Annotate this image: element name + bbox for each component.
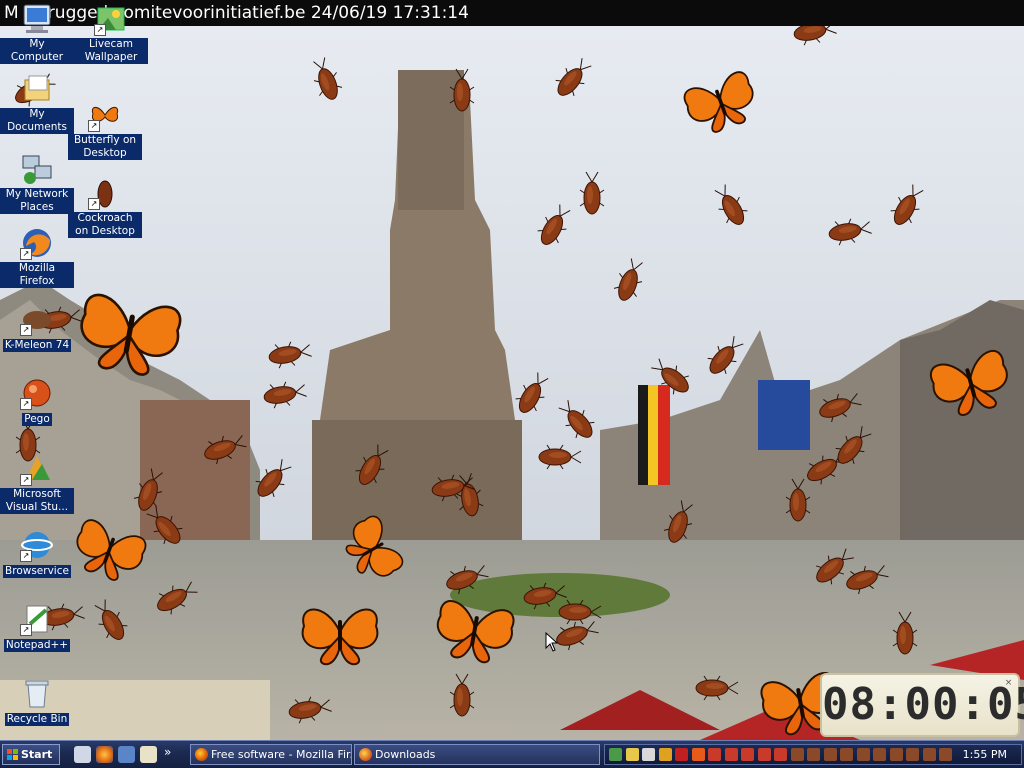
shortcut-arrow-icon: ↗ [20,474,32,486]
desktop-icon-my-documents[interactable]: My Documents [0,72,74,134]
tray-app-icon[interactable] [708,748,721,761]
computer-icon [20,2,54,36]
taskbar-button-downloads[interactable]: Downloads [354,744,600,765]
kmeleon-icon: ↗ [20,302,54,336]
cockroach-icon: ↗ [88,176,122,210]
desktop-icon-my-network-places[interactable]: My Network Places [0,152,74,214]
tray-app-icon[interactable] [675,748,688,761]
desktop-icon-mozilla-firefox[interactable]: ↗ Mozilla Firefox [0,226,74,288]
bruges-webcam-scene [0,0,1024,740]
network-icon [20,152,54,186]
quicklaunch-folder-icon[interactable] [140,746,157,763]
desktop-icon-k-meleon[interactable]: ↗ K-Meleon 74 [0,302,74,352]
clock-close-button[interactable]: × [1004,678,1014,688]
task-label: Free software - Mozilla Fir... [211,748,352,761]
start-label: Start [21,748,53,761]
shortcut-arrow-icon: ↗ [88,120,100,132]
desktop-icon-cockroach-on-desktop[interactable]: ↗ Cockroach on Desktop [68,176,142,238]
tray-app-icon[interactable] [741,748,754,761]
quicklaunch-explorer-icon[interactable] [118,746,135,763]
recycle-bin-icon [20,676,54,710]
tray-app-icon[interactable] [724,748,738,761]
tray-app-icon[interactable] [774,748,787,761]
tray-app-icon[interactable] [939,748,952,761]
shortcut-arrow-icon: ↗ [20,248,32,260]
clock-time: 08:00:05 [822,679,1024,730]
desktop-icon-pego[interactable]: ↗ Pego [0,376,74,426]
windows-logo-icon [7,749,18,760]
start-button[interactable]: Start [2,744,60,765]
folder-icon [359,748,372,761]
desktop-icon-browservice[interactable]: ↗ Browservice [0,528,74,578]
tray-app-icon[interactable] [840,748,853,761]
shortcut-arrow-icon: ↗ [94,24,106,36]
tray-app-icon[interactable] [906,748,919,761]
shortcut-arrow-icon: ↗ [20,324,32,336]
shortcut-arrow-icon: ↗ [20,624,32,636]
pego-icon: ↗ [20,376,54,410]
tray-app-icon[interactable] [691,748,705,761]
documents-icon [20,72,54,106]
tray-app-icon[interactable] [873,748,886,761]
desktop-clock-widget[interactable]: 08:00:05 × [820,673,1024,737]
tray-app-icon[interactable] [856,748,870,761]
desktop-icon-livecam-wallpaper[interactable]: ↗ Livecam Wallpaper [74,2,148,64]
desktop-icon-butterfly-on-desktop[interactable]: ↗ Butterfly on Desktop [68,98,142,160]
webcam-caption: M t Brugge | comitevoorinitiatief.be 24/… [0,0,1024,26]
tray-app-icon[interactable] [807,748,820,761]
shortcut-arrow-icon: ↗ [20,398,32,410]
taskbar: Start » Free software - Mozilla Fir... D… [0,740,1024,768]
tray-clock[interactable]: 1:55 PM [963,745,1007,764]
show-desktop-icon[interactable] [74,746,91,763]
tray-app-icon[interactable] [658,748,672,761]
tray-app-icon[interactable] [922,748,936,761]
tray-app-icon[interactable] [609,748,622,761]
task-label: Downloads [375,748,436,761]
quicklaunch-firefox-icon[interactable] [96,746,113,763]
tray-app-icon[interactable] [625,748,639,761]
livecam-icon: ↗ [94,2,128,36]
desktop-icon-visual-studio[interactable]: ↗ Microsoft Visual Stu... [0,452,74,514]
firefox-icon [195,748,208,761]
tray-app-icon[interactable] [757,748,771,761]
desktop-icon-recycle-bin[interactable]: Recycle Bin [0,676,74,726]
tray-app-icon[interactable] [823,748,837,761]
system-tray: 1:55 PM [604,744,1022,765]
shortcut-arrow-icon: ↗ [88,198,100,210]
visual-studio-icon: ↗ [20,452,54,486]
desktop-icon-notepad-plus-plus[interactable]: ↗ Notepad++ [0,602,74,652]
desktop-wallpaper [0,0,1024,740]
tray-app-icon[interactable] [642,748,655,761]
firefox-icon: ↗ [20,226,54,260]
quicklaunch-overflow-button[interactable]: » [164,745,171,759]
mouse-cursor-icon [545,632,559,652]
butterfly-icon: ↗ [88,98,122,132]
taskbar-button-firefox[interactable]: Free software - Mozilla Fir... [190,744,352,765]
notepad-icon: ↗ [20,602,54,636]
desktop-icon-my-computer[interactable]: My Computer [0,2,74,64]
shortcut-arrow-icon: ↗ [20,550,32,562]
browservice-icon: ↗ [20,528,54,562]
tray-app-icon[interactable] [790,748,804,761]
tray-app-icon[interactable] [889,748,903,761]
